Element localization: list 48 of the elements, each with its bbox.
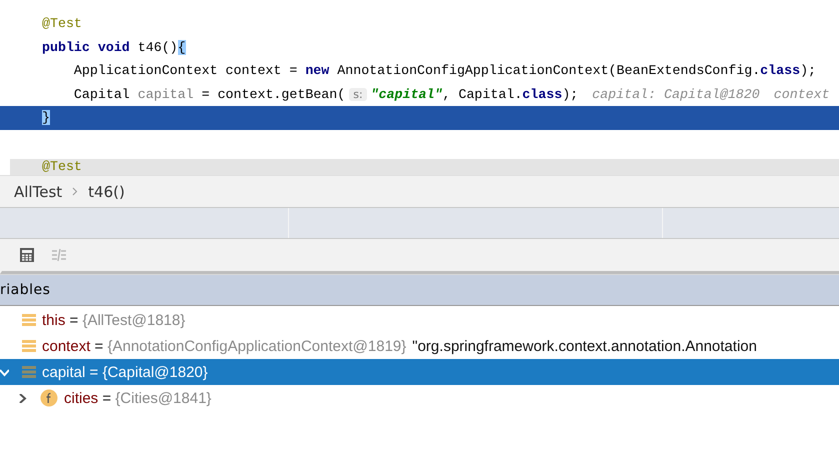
keyword-text: public void <box>42 40 130 55</box>
matched-brace: } <box>42 110 50 126</box>
code-text: AnnotationConfigApplicationContext(BeanExtendsConfig. <box>336 63 760 78</box>
variable-name: this <box>42 312 66 328</box>
keyword-text: class <box>522 86 562 102</box>
variable-value: {AnnotationConfigApplicationContext@1819} <box>107 338 406 354</box>
breadcrumb-item[interactable]: t46() <box>88 182 125 200</box>
string-literal: "capital" <box>370 86 442 102</box>
variable-row[interactable]: cities = {Cities@1841} <box>0 385 839 411</box>
annotation-text: @Test <box>42 159 82 175</box>
variable-name: context <box>42 338 90 354</box>
equals-sign: = <box>68 312 80 328</box>
variable-text: capital <box>138 86 194 102</box>
code-text: t46() <box>136 40 178 55</box>
variable-value: {Capital@1820} <box>102 364 208 380</box>
variable-value: {AllTest@1818} <box>82 312 186 328</box>
panel-title: riables <box>0 282 50 298</box>
variable-icon <box>22 365 36 379</box>
breadcrumb-item[interactable]: AllTest <box>14 182 62 200</box>
code-text: ); <box>562 86 578 102</box>
variable-icon <box>22 313 36 327</box>
variable-value: {Cities@1841} <box>115 390 212 406</box>
field-icon <box>40 389 58 407</box>
code-text: ); <box>800 63 816 78</box>
equals-sign: = <box>94 338 104 354</box>
string-value: "org.springframework.context.annotation.Annotation <box>412 338 757 354</box>
keyword-text: class <box>760 63 800 78</box>
code-text: ApplicationContext context = <box>72 63 298 78</box>
calculator-icon <box>19 247 35 263</box>
keyword-text: new <box>305 63 330 78</box>
equals-sign: = <box>88 364 100 380</box>
variable-name: cities <box>64 390 98 406</box>
code-text: Capital <box>72 86 131 102</box>
code-text: , Capital. <box>442 86 522 102</box>
inline-value-hint: capital: Capital@1820 <box>592 86 760 102</box>
variable-row[interactable]: capital = {Capital@1820} <box>0 359 839 385</box>
annotation-text: @Test <box>42 16 82 32</box>
parameter-hint: s: <box>349 88 367 101</box>
compare-icon <box>51 247 67 263</box>
variable-row[interactable]: this = {AllTest@1818} <box>0 307 839 333</box>
chevron-icon <box>72 187 78 196</box>
variable-icon <box>22 339 36 353</box>
equals-sign: = <box>101 390 112 406</box>
variable-row[interactable]: context = {AnnotationConfigApplicationContext@1819} "org.springframework.context.annotation.Annotation <box>0 333 839 359</box>
code-text: = context.getBean( <box>200 86 346 102</box>
inline-value-hint: context <box>774 86 830 102</box>
variable-name: capital <box>42 364 86 380</box>
matched-brace: { <box>178 40 186 55</box>
